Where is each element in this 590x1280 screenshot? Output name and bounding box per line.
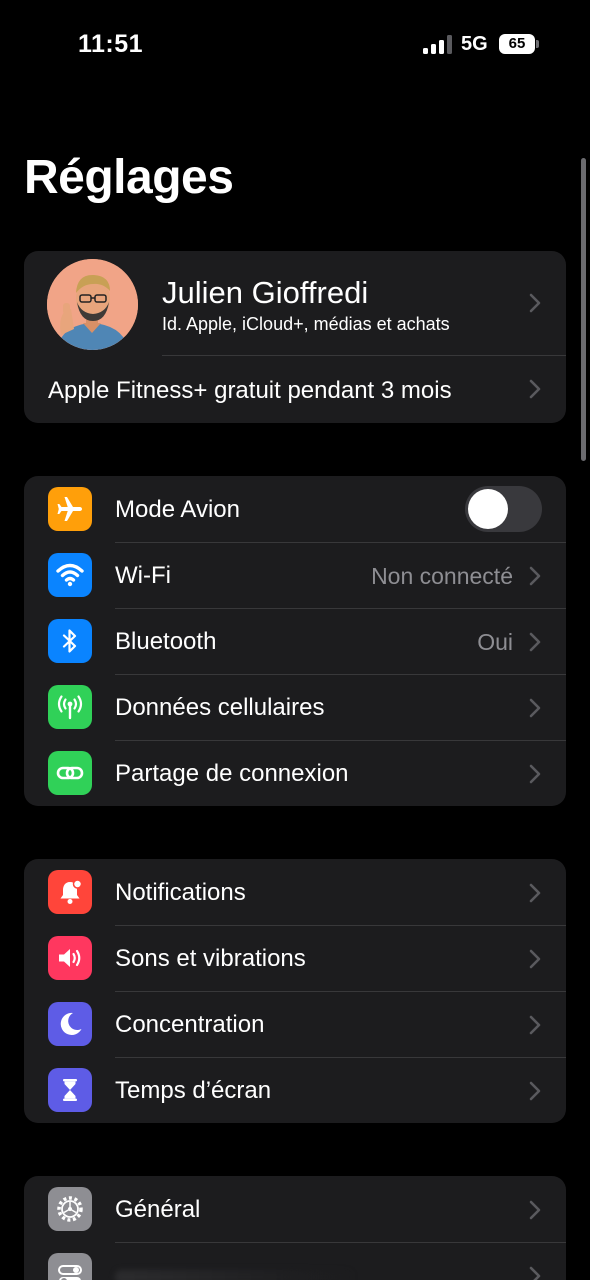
general-row[interactable]: Général (24, 1176, 566, 1242)
cellular-data-row[interactable]: Données cellulaires (24, 674, 566, 740)
airplane-icon (48, 487, 92, 531)
airplane-mode-row: Mode Avion (24, 476, 566, 542)
chevron-right-icon (529, 632, 541, 652)
status-bar: 11:51 5G 65 (0, 0, 590, 90)
chevron-right-icon (529, 1200, 541, 1220)
memoji-avatar (47, 259, 138, 350)
bluetooth-icon (48, 619, 92, 663)
gear-icon (48, 1187, 92, 1231)
cellular-data-label: Données cellulaires (115, 694, 325, 721)
personal-hotspot-row[interactable]: Partage de connexion (24, 740, 566, 806)
sounds-label: Sons et vibrations (115, 945, 306, 972)
bluetooth-row[interactable]: Bluetooth Oui (24, 608, 566, 674)
wifi-label: Wi-Fi (115, 562, 171, 589)
cellular-antenna-icon (48, 685, 92, 729)
status-time: 11:51 (78, 30, 144, 58)
profile-group: Julien Gioffredi Id. Apple, iCloud+, méd… (24, 251, 566, 423)
battery-level: 65 (499, 34, 535, 54)
notifications-label: Notifications (115, 879, 246, 906)
chevron-right-icon (529, 293, 541, 313)
chevron-right-icon (529, 1081, 541, 1101)
profile-name: Julien Gioffredi (162, 275, 369, 310)
focus-row[interactable]: Concentration (24, 991, 566, 1057)
chevron-right-icon (529, 883, 541, 903)
apple-id-row[interactable]: Julien Gioffredi Id. Apple, iCloud+, méd… (24, 251, 566, 355)
hourglass-icon (48, 1068, 92, 1112)
screen-time-label: Temps d’écran (115, 1077, 272, 1104)
sounds-row[interactable]: Sons et vibrations (24, 925, 566, 991)
fitness-promo-row[interactable]: Apple Fitness+ gratuit pendant 3 mois (24, 355, 566, 423)
system-group: Général (24, 1176, 566, 1280)
control-center-row[interactable] (24, 1242, 566, 1280)
chevron-right-icon (529, 764, 541, 784)
scroll-indicator[interactable] (581, 158, 586, 461)
fitness-promo-label: Apple Fitness+ gratuit pendant 3 mois (48, 377, 452, 404)
obscured-label (115, 1270, 355, 1280)
bell-icon (48, 870, 92, 914)
screen-time-row[interactable]: Temps d’écran (24, 1057, 566, 1123)
chevron-right-icon (529, 1266, 541, 1280)
wifi-icon (48, 553, 92, 597)
bluetooth-label: Bluetooth (115, 628, 217, 655)
page-title: Réglages (24, 151, 234, 204)
chevron-right-icon (529, 1015, 541, 1035)
focus-label: Concentration (115, 1011, 265, 1038)
notifications-row[interactable]: Notifications (24, 859, 566, 925)
personal-hotspot-label: Partage de connexion (115, 760, 349, 787)
settings-screen: 11:51 5G 65 Réglages Julien Gioffredi Id… (0, 0, 590, 1280)
profile-subtitle: Id. Apple, iCloud+, médias et achats (162, 314, 450, 334)
notifications-group: Notifications Sons et vibrations Concent… (24, 859, 566, 1123)
switches-icon (48, 1253, 92, 1280)
toggle-knob (468, 489, 508, 529)
battery-icon: 65 (499, 34, 539, 54)
general-label: Général (115, 1196, 201, 1223)
connectivity-group: Mode Avion Wi-Fi Non connecté Bluetooth … (24, 476, 566, 806)
speaker-icon (48, 936, 92, 980)
chevron-right-icon (529, 379, 541, 399)
chevron-right-icon (529, 566, 541, 586)
wifi-row[interactable]: Wi-Fi Non connecté (24, 542, 566, 608)
bluetooth-status: Oui (477, 629, 513, 655)
chevron-right-icon (529, 698, 541, 718)
chevron-right-icon (529, 949, 541, 969)
moon-icon (48, 1002, 92, 1046)
chain-link-icon (48, 751, 92, 795)
airplane-mode-toggle[interactable] (465, 486, 542, 532)
wifi-status: Non connecté (371, 563, 513, 589)
airplane-mode-label: Mode Avion (115, 496, 240, 523)
network-type: 5G (461, 33, 488, 55)
cellular-signal-icon (423, 34, 453, 54)
